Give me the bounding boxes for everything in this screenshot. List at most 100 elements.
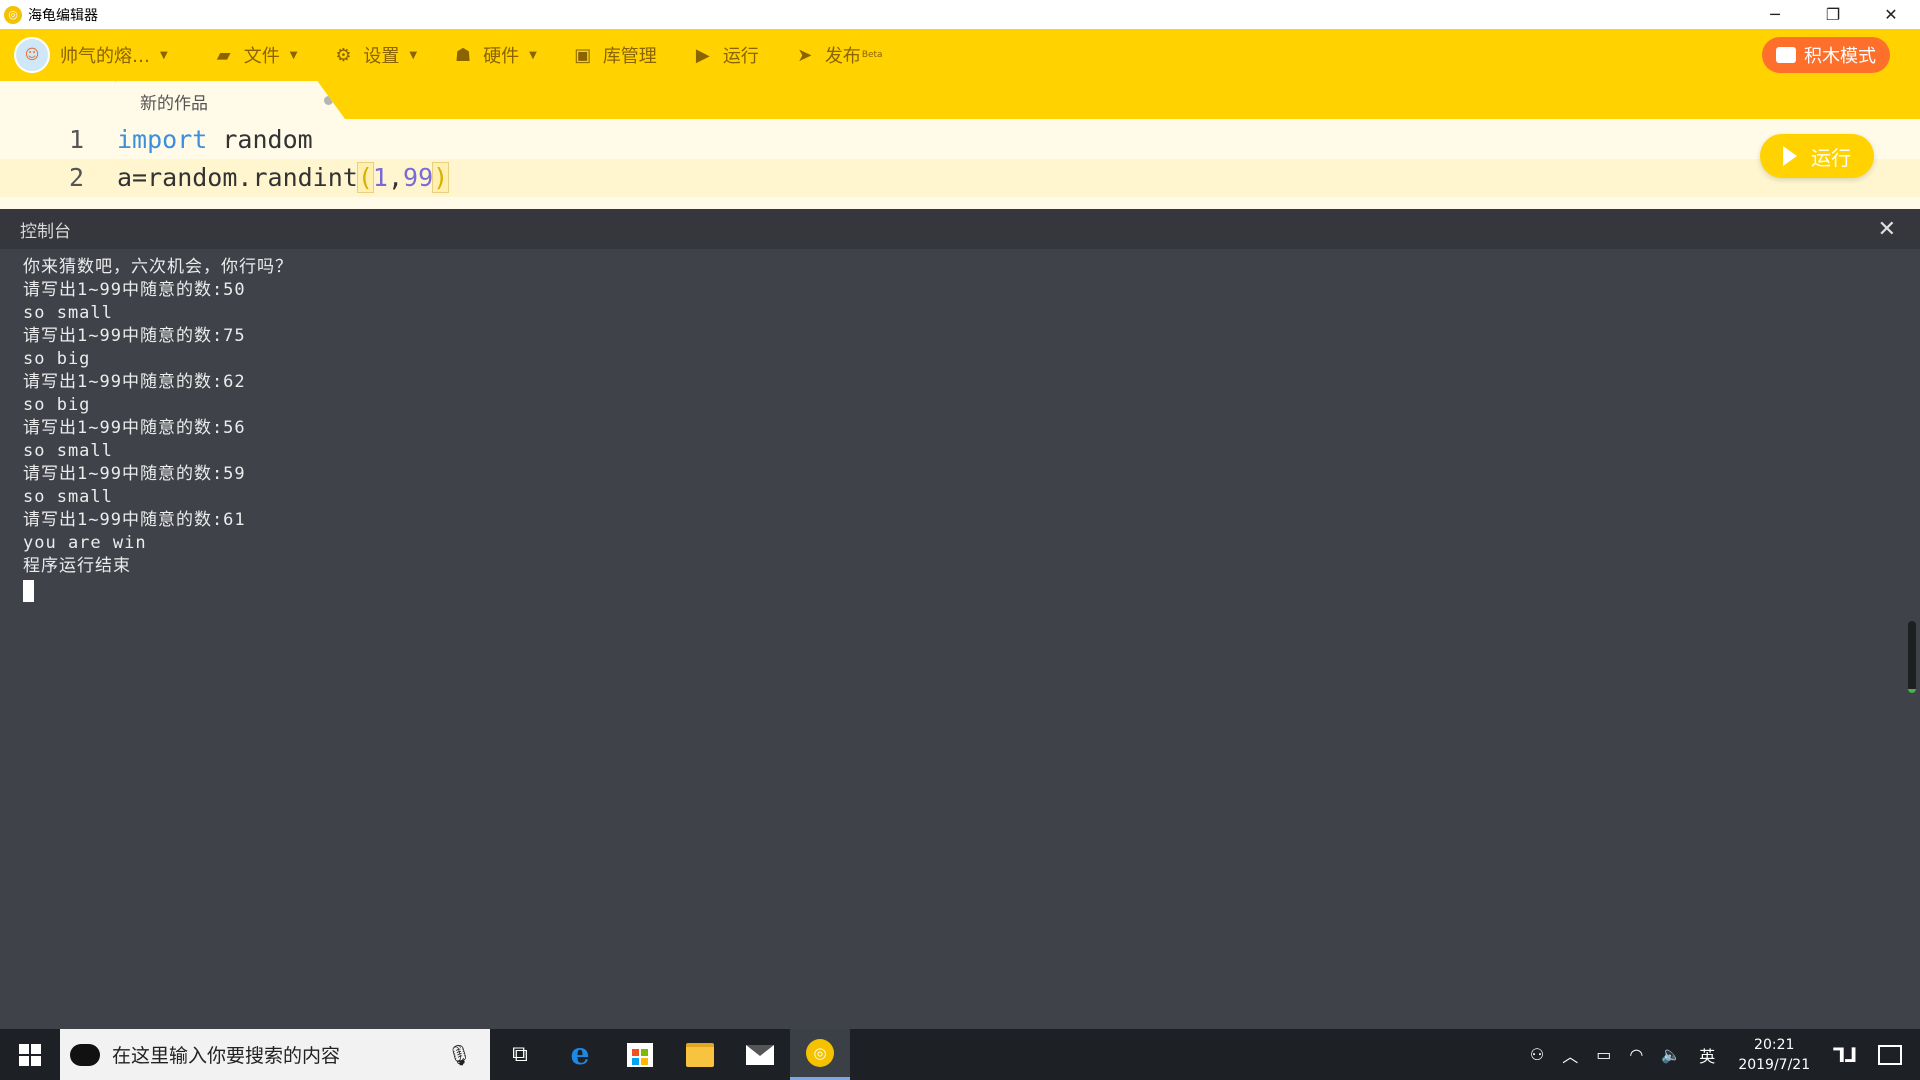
play-circle-icon: ▶ (695, 44, 710, 66)
paper-plane-icon: ➤ (797, 44, 813, 66)
windows-icon (19, 1043, 41, 1066)
input-method-icon[interactable]: ⅂⅃ (1833, 1043, 1857, 1067)
close-button[interactable]: ✕ (1862, 0, 1920, 29)
publish-button[interactable]: ➤ 发布 Beta (793, 42, 883, 68)
gear-icon: ⚙ (335, 44, 352, 66)
tab-gutter (0, 81, 115, 119)
console-title: 控制台 (20, 221, 71, 242)
console-line: 你来猜数吧，六次机会，你行吗？ (23, 257, 293, 277)
file-menu[interactable]: ▰ 文件 ▼ (212, 42, 298, 68)
main-toolbar: ☺ 帅气的熔… ▼ ▰ 文件 ▼ ⚙ 设置 ▼ ☗ 硬件 ▼ ▣ 库管理 ▶ 运… (0, 29, 1920, 81)
console-line: you are win (23, 533, 147, 553)
block-mode-label: 积木模式 (1804, 46, 1876, 67)
explorer-app[interactable] (670, 1029, 730, 1080)
user-menu[interactable]: ☺ 帅气的熔… ▼ (0, 37, 168, 73)
edge-app[interactable]: e (550, 1029, 610, 1080)
store-app[interactable] (610, 1029, 670, 1080)
console-line: 程序运行结束 (23, 556, 131, 576)
folder-icon: ▰ (216, 44, 231, 66)
block-mode-button[interactable]: 积木模式 (1762, 37, 1890, 73)
chevron-up-icon[interactable]: ︿ (1562, 1043, 1578, 1067)
clock[interactable]: 20:21 2019/7/21 (1738, 1035, 1810, 1075)
settings-menu[interactable]: ⚙ 设置 ▼ (331, 42, 417, 68)
clock-time: 20:21 (1754, 1036, 1795, 1053)
task-view-icon: ⧉ (512, 1042, 528, 1067)
code-line-active[interactable]: 2 a=random.randint(1,99) (0, 159, 1920, 197)
code-text[interactable]: import random (117, 125, 313, 154)
line-number: 1 (68, 125, 84, 154)
start-button[interactable] (0, 1029, 60, 1080)
console-scrollbar[interactable] (1908, 621, 1916, 693)
console-output[interactable]: 你来猜数吧，六次机会，你行吗？ 请写出1~99中随意的数:50 so small 请写… (0, 249, 1920, 1029)
tab-new-work[interactable]: 新的作品 (115, 81, 345, 119)
console-line: so big (23, 395, 91, 415)
minimize-button[interactable]: ─ (1746, 0, 1804, 29)
blocks-icon (1776, 47, 1796, 63)
turtle-editor-icon: ◎ (806, 1039, 834, 1067)
user-name: 帅气的熔… (60, 46, 150, 67)
people-icon[interactable]: ⚇ (1530, 1045, 1544, 1064)
console-text: 你来猜数吧，六次机会，你行吗？ 请写出1~99中随意的数:50 so small 请写… (23, 256, 293, 578)
hardware-menu[interactable]: ☗ 硬件 ▼ (451, 42, 537, 68)
library-button[interactable]: ▣ 库管理 (571, 42, 657, 68)
chevron-down-icon: ▼ (409, 49, 418, 61)
ime-indicator[interactable]: 英 (1699, 1043, 1715, 1067)
store-icon (627, 1042, 653, 1067)
mail-icon (746, 1044, 774, 1065)
volume-icon[interactable]: 🔈 (1661, 1045, 1681, 1064)
system-tray: ⚇ ︿ ▭ ◠ 🔈 英 20:21 2019/7/21 ⅂⅃ (1521, 1029, 1920, 1080)
console-line: so big (23, 349, 91, 369)
cortana-icon (70, 1043, 100, 1066)
library-label: 库管理 (602, 46, 657, 67)
run-menu-button[interactable]: ▶ 运行 (691, 42, 759, 68)
console-close-icon[interactable]: ✕ (1878, 217, 1896, 242)
wifi-icon[interactable]: ◠ (1629, 1045, 1643, 1064)
microphone-icon[interactable]: 🎙 (447, 1043, 472, 1067)
clock-date: 2019/7/21 (1738, 1056, 1811, 1073)
chevron-down-icon: ▼ (160, 49, 168, 61)
taskbar-search[interactable]: 在这里输入你要搜索的内容 🎙 (60, 1029, 490, 1080)
inbox-icon: ▣ (574, 44, 592, 66)
title-bar: ◎ 海龟编辑器 ─ ❐ ✕ (0, 0, 1920, 29)
app-logo-icon: ◎ (4, 5, 22, 24)
hardware-menu-label: 硬件 (483, 46, 520, 67)
console-line: 请写出1~99中随意的数:61 (23, 510, 246, 530)
folder-icon (686, 1042, 714, 1067)
settings-menu-label: 设置 (363, 46, 400, 67)
console-line: so small (23, 441, 113, 461)
publish-label: 发布 (824, 46, 861, 67)
mail-app[interactable] (730, 1029, 790, 1080)
battery-icon[interactable]: ▭ (1596, 1045, 1611, 1064)
console-line: so small (23, 487, 113, 507)
chevron-down-icon: ▼ (289, 49, 298, 61)
unsaved-dot-icon (324, 96, 333, 105)
console-line: 请写出1~99中随意的数:62 (23, 372, 246, 392)
play-icon (1783, 146, 1797, 166)
code-line[interactable]: 1 import random (0, 121, 1920, 159)
console-header: 控制台 ✕ (0, 209, 1920, 249)
run-button[interactable]: 运行 (1760, 134, 1874, 178)
console-line: so small (23, 303, 113, 323)
run-menu-label: 运行 (722, 46, 759, 67)
run-button-label: 运行 (1811, 145, 1851, 170)
line-number: 2 (68, 163, 84, 192)
chevron-down-icon: ▼ (529, 49, 537, 61)
console-line: 请写出1~99中随意的数:56 (23, 418, 246, 438)
restore-button[interactable]: ❐ (1804, 0, 1862, 29)
console-line: 请写出1~99中随意的数:59 (23, 464, 246, 484)
turtle-editor-app[interactable]: ◎ (790, 1029, 850, 1080)
tab-label: 新的作品 (140, 94, 208, 114)
console-cursor (23, 580, 34, 602)
beta-badge: Beta (861, 50, 883, 60)
code-editor[interactable]: 1 import random 2 a=random.randint(1,99) (0, 119, 1920, 209)
avatar: ☺ (14, 37, 50, 73)
task-view-button[interactable]: ⧉ (490, 1029, 550, 1080)
code-text[interactable]: a=random.randint(1,99) (117, 162, 450, 193)
tab-bar: 新的作品 (0, 81, 1920, 119)
file-menu-label: 文件 (243, 46, 280, 67)
window-controls: ─ ❐ ✕ (1746, 0, 1920, 29)
notification-icon[interactable] (1878, 1044, 1902, 1065)
robot-icon: ☗ (455, 44, 472, 66)
taskbar: 在这里输入你要搜索的内容 🎙 ⧉ e ◎ ⚇ ︿ ▭ ◠ 🔈 英 20:21 2… (0, 1029, 1920, 1080)
console-line: 请写出1~99中随意的数:75 (23, 326, 246, 346)
